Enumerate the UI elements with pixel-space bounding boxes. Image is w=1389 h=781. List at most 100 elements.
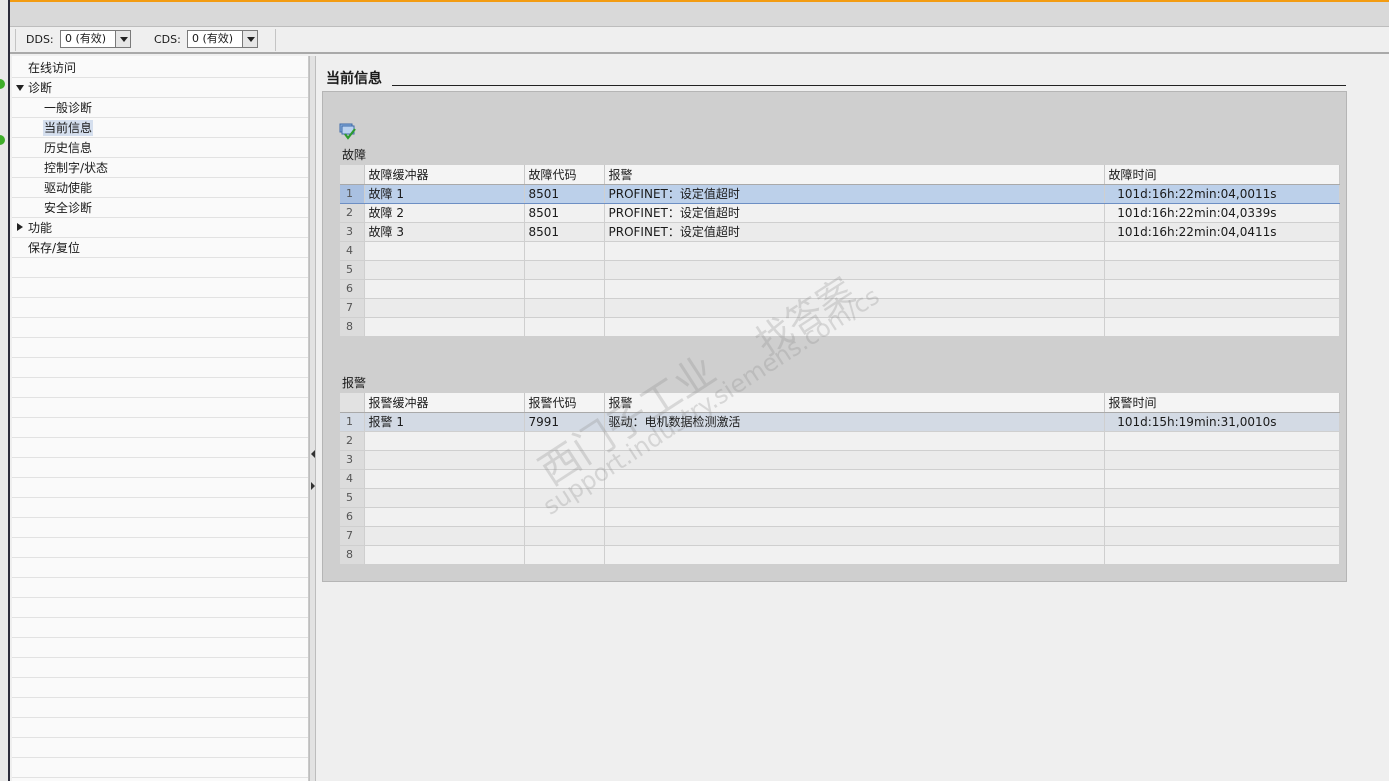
nav-item-history-info[interactable]: 历史信息 [44,138,92,158]
table-row[interactable]: 1 报警 1 7991 驱动：电机数据检测激活 101d:15h:19min:31,00… [340,412,1340,432]
table-row[interactable]: 2 [340,431,1340,451]
row-number[interactable]: 1 [340,184,365,204]
cds-select[interactable]: 0 (有效) [187,30,258,48]
code-cell[interactable] [524,488,605,508]
time-cell[interactable] [1104,317,1340,337]
row-number[interactable]: 1 [340,412,365,432]
time-cell[interactable] [1104,260,1340,280]
expand-arrow-icon[interactable] [16,85,24,91]
row-number[interactable]: 7 [340,298,365,318]
table-row[interactable]: 5 [340,260,1340,280]
time-cell[interactable] [1104,298,1340,318]
code-cell[interactable]: 8501 [524,184,605,204]
time-cell[interactable]: 101d:16h:22min:04,0011s [1104,184,1340,204]
table-row[interactable]: 2 故障 2 8501 PROFINET：设定值超时 101d:16h:22min:04… [340,203,1340,223]
nav-item-current-info[interactable]: 当前信息 [43,118,94,138]
code-cell[interactable] [524,450,605,470]
message-cell[interactable] [604,298,1105,318]
buffer-cell[interactable]: 报警 1 [364,412,525,432]
buffer-cell[interactable]: 故障 3 [364,222,525,242]
buffer-cell[interactable] [364,260,525,280]
time-cell[interactable]: 101d:16h:22min:04,0411s [1104,222,1340,242]
row-number[interactable]: 8 [340,545,365,565]
nav-item-drive-enable[interactable]: 驱动使能 [44,178,92,198]
time-cell[interactable] [1104,507,1340,527]
message-cell[interactable]: PROFINET：设定值超时 [604,222,1105,242]
nav-item-save-reset[interactable]: 保存/复位 [28,238,80,258]
column-header[interactable]: 报警 [604,393,1105,413]
message-cell[interactable]: PROFINET：设定值超时 [604,203,1105,223]
row-number[interactable]: 3 [340,222,365,242]
table-row[interactable]: 6 [340,507,1340,527]
message-cell[interactable] [604,241,1105,261]
table-row[interactable]: 3 故障 3 8501 PROFINET：设定值超时 101d:16h:22min:04… [340,222,1340,242]
buffer-cell[interactable] [364,279,525,299]
code-cell[interactable]: 8501 [524,203,605,223]
table-row[interactable]: 4 [340,241,1340,261]
row-number[interactable]: 5 [340,488,365,508]
time-cell[interactable] [1104,545,1340,565]
code-cell[interactable]: 8501 [524,222,605,242]
code-cell[interactable]: 7991 [524,412,605,432]
message-cell[interactable]: PROFINET：设定值超时 [604,184,1105,204]
nav-item-diagnostics[interactable]: 诊断 [16,78,52,98]
message-cell[interactable] [604,507,1105,527]
buffer-cell[interactable]: 故障 1 [364,184,525,204]
code-cell[interactable] [524,241,605,261]
nav-item-functions[interactable]: 功能 [17,218,52,238]
row-number[interactable]: 3 [340,450,365,470]
message-cell[interactable] [604,469,1105,489]
table-row[interactable]: 4 [340,469,1340,489]
expand-right-icon[interactable] [311,482,315,490]
buffer-cell[interactable] [364,507,525,527]
chevron-down-icon[interactable] [115,31,130,47]
row-number[interactable]: 6 [340,279,365,299]
table-row[interactable]: 1 故障 1 8501 PROFINET：设定值超时 101d:16h:22min:04… [340,184,1340,204]
row-number[interactable]: 7 [340,526,365,546]
code-cell[interactable] [524,317,605,337]
table-row[interactable]: 7 [340,526,1340,546]
collapse-left-icon[interactable] [311,450,315,458]
buffer-cell[interactable]: 故障 2 [364,203,525,223]
code-cell[interactable] [524,260,605,280]
table-row[interactable]: 3 [340,450,1340,470]
time-cell[interactable] [1104,526,1340,546]
buffer-cell[interactable] [364,488,525,508]
time-cell[interactable] [1104,469,1340,489]
table-row[interactable]: 5 [340,488,1340,508]
time-cell[interactable] [1104,279,1340,299]
dds-select[interactable]: 0 (有效) [60,30,131,48]
time-cell[interactable] [1104,431,1340,451]
column-header[interactable]: 故障缓冲器 [364,165,525,185]
code-cell[interactable] [524,545,605,565]
column-header[interactable]: 报警缓冲器 [364,393,525,413]
time-cell[interactable]: 101d:15h:19min:31,0010s [1104,412,1340,432]
expand-arrow-icon[interactable] [17,223,23,231]
nav-item-control-word-status[interactable]: 控制字/状态 [44,158,108,178]
buffer-cell[interactable] [364,241,525,261]
nav-item-general-diagnostics[interactable]: 一般诊断 [44,98,92,118]
row-number[interactable]: 2 [340,203,365,223]
code-cell[interactable] [524,279,605,299]
table-row[interactable]: 8 [340,317,1340,337]
code-cell[interactable] [524,526,605,546]
code-cell[interactable] [524,298,605,318]
column-header[interactable]: 报警代码 [524,393,605,413]
message-cell[interactable] [604,279,1105,299]
message-cell[interactable] [604,488,1105,508]
message-cell[interactable] [604,317,1105,337]
buffer-cell[interactable] [364,469,525,489]
table-row[interactable]: 6 [340,279,1340,299]
message-cell[interactable] [604,260,1105,280]
nav-item-safety-diagnostics[interactable]: 安全诊断 [44,198,92,218]
buffer-cell[interactable] [364,317,525,337]
buffer-cell[interactable] [364,526,525,546]
table-row[interactable]: 7 [340,298,1340,318]
time-cell[interactable]: 101d:16h:22min:04,0339s [1104,203,1340,223]
column-header[interactable]: 报警 [604,165,1105,185]
nav-item-online-access[interactable]: 在线访问 [28,58,76,78]
message-cell[interactable]: 驱动：电机数据检测激活 [604,412,1105,432]
table-row[interactable]: 8 [340,545,1340,565]
time-cell[interactable] [1104,241,1340,261]
chevron-down-icon[interactable] [242,31,257,47]
